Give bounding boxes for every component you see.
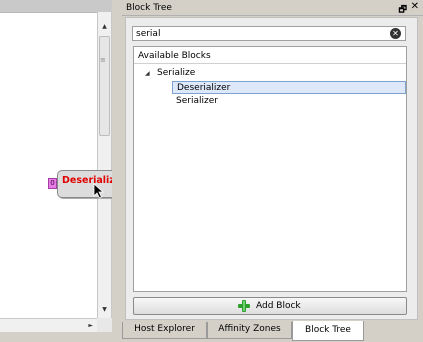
scroll-up-icon[interactable]: ▲: [98, 20, 111, 33]
tree-group-label: Serialize: [157, 68, 196, 78]
tab-block-tree[interactable]: Block Tree: [292, 321, 364, 341]
add-block-button[interactable]: Add Block: [133, 297, 407, 315]
panel-title: Block Tree: [126, 3, 172, 13]
block-tree[interactable]: Available Blocks ◢ Serialize Deserializer…: [133, 46, 407, 292]
expand-triangle-icon[interactable]: ◢: [145, 67, 157, 80]
horizontal-scrollbar[interactable]: ►: [0, 318, 97, 332]
scroll-grip-icon: ≡: [100, 56, 106, 64]
search-input[interactable]: serial ✕: [132, 26, 406, 41]
canvas-footer: [0, 332, 112, 342]
splitter[interactable]: [112, 0, 122, 342]
tree-header-label: Available Blocks: [138, 51, 211, 61]
scroll-right-icon[interactable]: ►: [88, 319, 93, 333]
scroll-down-icon[interactable]: ▼: [98, 303, 111, 316]
float-window-icon[interactable]: 🗗: [399, 2, 407, 18]
tree-item-serializer[interactable]: Serializer: [176, 95, 218, 108]
panel-header: Block Tree 🗗 ✕: [122, 0, 423, 16]
mouse-cursor-icon: [93, 183, 105, 199]
panel-tabs: Host Explorer Affinity Zones Block Tree: [122, 321, 423, 342]
canvas-surface[interactable]: [0, 12, 97, 318]
tree-group-serialize[interactable]: ◢ Serialize: [145, 67, 195, 80]
tree-item-deserializer[interactable]: Deserializer: [172, 81, 406, 94]
clear-search-icon[interactable]: ✕: [390, 28, 401, 39]
scroll-corner: [97, 318, 112, 332]
panel-body: serial ✕ Available Blocks ◢ Serialize Des…: [125, 17, 418, 320]
tab-host-explorer[interactable]: Host Explorer: [122, 322, 207, 339]
tab-affinity-zones[interactable]: Affinity Zones: [207, 322, 292, 339]
search-value: serial: [136, 29, 161, 39]
scroll-thumb[interactable]: [99, 36, 110, 136]
vertical-scrollbar[interactable]: ▲ ≡ ▼: [97, 12, 111, 318]
plus-icon: [238, 300, 250, 312]
input-port[interactable]: 0: [48, 178, 57, 189]
block-tree-panel: Block Tree 🗗 ✕ serial ✕ Available Blocks…: [122, 0, 423, 342]
close-icon[interactable]: ✕: [411, 1, 419, 12]
add-block-label: Add Block: [256, 301, 301, 311]
tree-header: Available Blocks: [134, 47, 406, 64]
